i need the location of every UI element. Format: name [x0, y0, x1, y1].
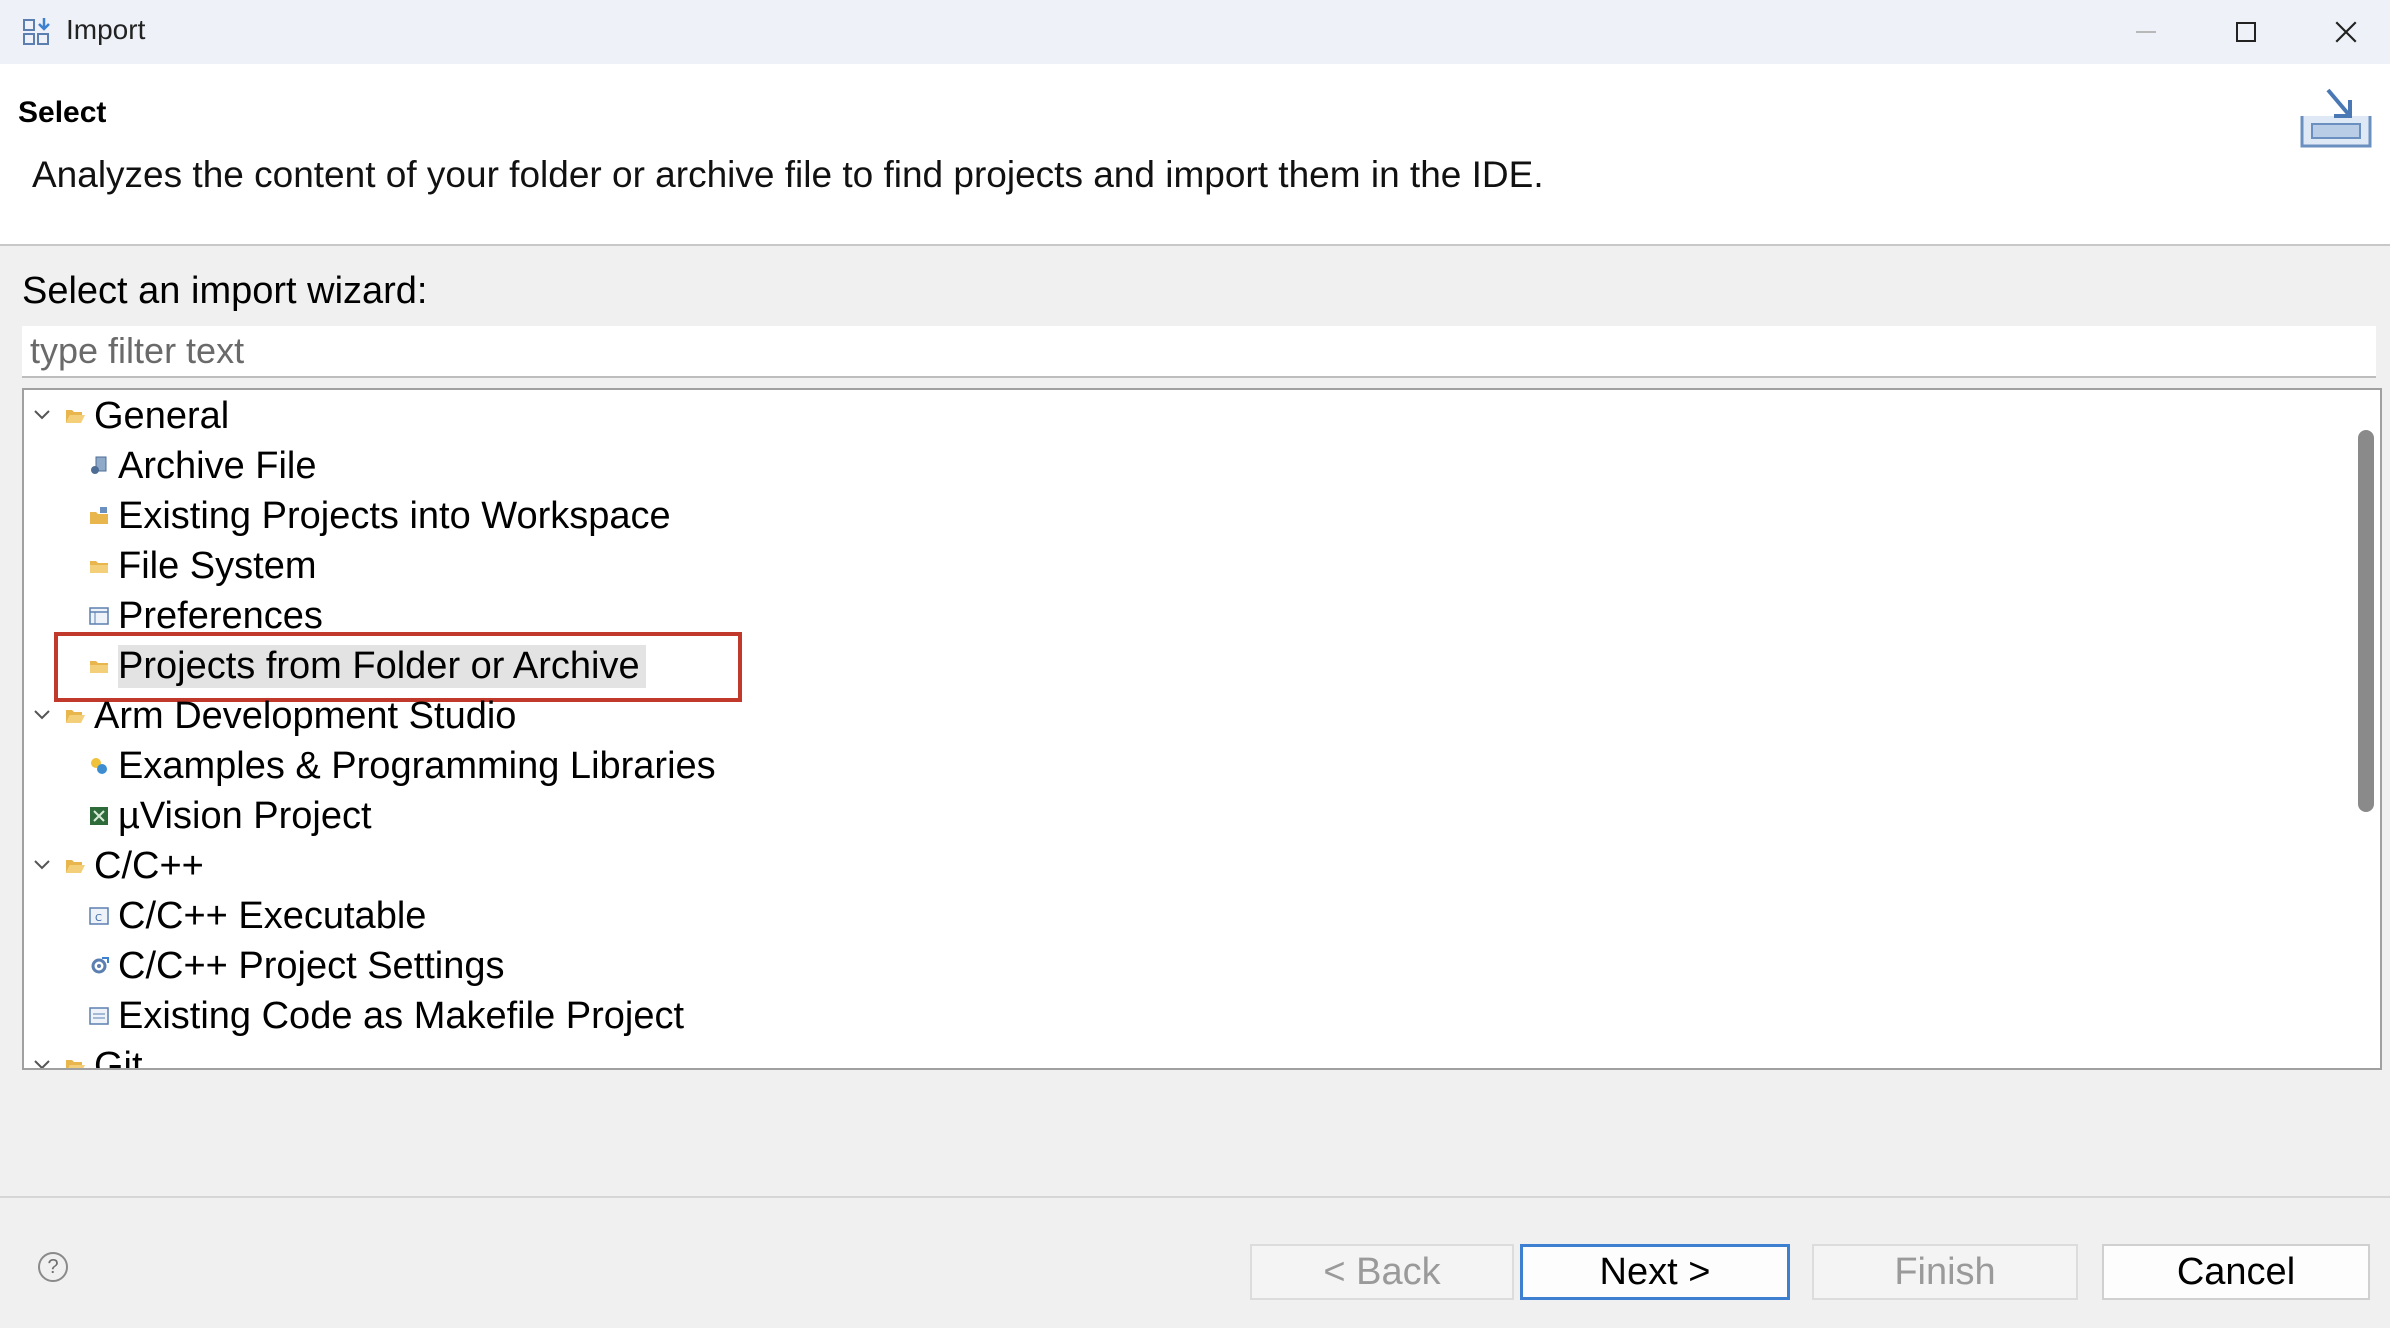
maximize-button[interactable] — [2196, 0, 2296, 64]
window-title: Import — [66, 14, 146, 45]
archive-file-icon — [91, 456, 107, 474]
close-button[interactable] — [2296, 0, 2390, 64]
next-button[interactable]: Next > — [1520, 1244, 1790, 1300]
tree-item-file-system[interactable]: File System — [88, 542, 316, 590]
help-icon: ? — [47, 1255, 59, 1278]
tree-item-makefile-project[interactable]: Existing Code as Makefile Project — [88, 992, 684, 1040]
tree-label: Archive File — [118, 444, 317, 487]
wizard-header: Select Analyzes the content of your fold… — [0, 64, 2390, 246]
folder-open-icon — [66, 410, 85, 423]
folder-icon — [90, 661, 108, 673]
examples-icon — [91, 758, 107, 774]
tree-category-git[interactable]: Git — [64, 1042, 143, 1070]
cancel-button[interactable]: Cancel — [2102, 1244, 2370, 1300]
tree-label: µVision Project — [118, 794, 372, 837]
makefile-icon — [89, 1007, 109, 1025]
finish-button[interactable]: Finish — [1812, 1244, 2078, 1300]
folder-open-icon — [66, 710, 85, 723]
tree-category-cpp[interactable]: C/C++ — [64, 842, 204, 890]
tree-label: Preferences — [118, 594, 323, 637]
project-folder-icon — [90, 507, 108, 524]
scrollbar-thumb[interactable] — [2358, 430, 2374, 812]
tree-label: C/C++ Executable — [118, 894, 427, 937]
tree-item-existing-projects[interactable]: Existing Projects into Workspace — [88, 492, 671, 540]
preferences-icon — [89, 607, 109, 625]
tree-item-cpp-executable[interactable]: C C/C++ Executable — [88, 892, 426, 940]
uvision-icon — [90, 807, 108, 825]
help-button[interactable]: ? — [38, 1252, 68, 1282]
tree-label: Projects from Folder or Archive — [118, 644, 646, 688]
footer-divider — [0, 1196, 2390, 1198]
tree-item-examples[interactable]: Examples & Programming Libraries — [88, 742, 716, 790]
filter-input[interactable] — [22, 326, 2376, 378]
chevron-down-icon[interactable] — [30, 1052, 54, 1070]
chevron-down-icon[interactable] — [30, 852, 54, 876]
tree-label: C/C++ — [94, 844, 204, 887]
tree-item-archive-file[interactable]: Archive File — [88, 442, 317, 490]
folder-open-icon — [66, 1060, 85, 1068]
tree-label: Existing Code as Makefile Project — [118, 994, 685, 1037]
folder-open-icon — [66, 860, 85, 873]
page-title: Select — [18, 96, 107, 129]
wizard-tree[interactable]: General Archive File Existing Projects i… — [22, 388, 2382, 1070]
minimize-button[interactable] — [2096, 0, 2196, 64]
wizard-prompt: Select an import wizard: — [22, 270, 428, 312]
back-button[interactable]: < Back — [1250, 1244, 1514, 1300]
tree-label: Arm Development Studio — [94, 694, 517, 737]
tree-category-general[interactable]: General — [64, 392, 229, 440]
chevron-down-icon[interactable] — [30, 702, 54, 726]
tree-label: Existing Projects into Workspace — [118, 494, 671, 537]
tree-label: Examples & Programming Libraries — [118, 744, 716, 787]
svg-text:C: C — [95, 913, 102, 924]
folder-icon — [90, 561, 108, 573]
title-bar: Import — [0, 0, 2390, 64]
tree-label: Git — [94, 1044, 143, 1070]
tree-item-cpp-project-settings[interactable]: C/C++ Project Settings — [88, 942, 505, 990]
close-icon — [2335, 21, 2357, 43]
tree-item-preferences[interactable]: Preferences — [88, 592, 323, 640]
tree-label: C/C++ Project Settings — [118, 944, 505, 987]
tree-category-arm-development-studio[interactable]: Arm Development Studio — [64, 692, 516, 740]
tree-label: File System — [118, 544, 317, 587]
chevron-down-icon[interactable] — [30, 402, 54, 426]
tree-item-projects-from-folder[interactable]: Projects from Folder or Archive — [88, 642, 646, 690]
import-banner-icon — [2300, 88, 2372, 148]
minimize-icon — [2136, 31, 2156, 33]
maximize-icon — [2236, 22, 2256, 42]
import-wizard-icon — [23, 18, 50, 45]
tree-item-uvision-project[interactable]: µVision Project — [88, 792, 372, 840]
settings-icon — [91, 957, 109, 974]
executable-icon: C — [89, 907, 109, 925]
page-description: Analyzes the content of your folder or a… — [32, 154, 1544, 195]
tree-label: General — [94, 394, 230, 437]
